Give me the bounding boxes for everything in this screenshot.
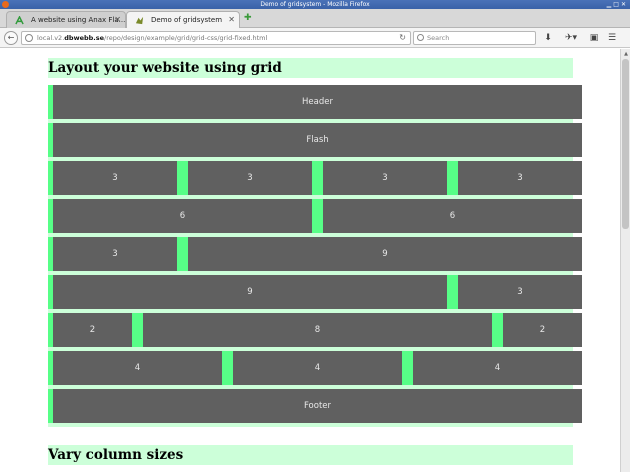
- grid-row: 282: [48, 313, 582, 347]
- search-placeholder: Search: [427, 34, 450, 42]
- grid-cell-span-6: 6: [323, 199, 582, 233]
- url-path: /repo/design/example/grid/grid-css/grid-…: [104, 34, 268, 42]
- grid-row: Footer: [48, 389, 582, 423]
- window-titlebar: Demo of gridsystem - Mozilla Firefox ▁□✕: [0, 0, 630, 9]
- download-icon[interactable]: ⬇: [542, 32, 554, 44]
- url-prefix: local.v2.: [37, 34, 65, 42]
- grid-cell-span-6: 6: [53, 199, 312, 233]
- window-title: Demo of gridsystem - Mozilla Firefox: [260, 1, 370, 8]
- grid-cell-span-2: 2: [503, 313, 582, 347]
- reload-icon[interactable]: ↻: [399, 32, 406, 44]
- scroll-up-icon[interactable]: ▲: [622, 50, 630, 58]
- grid-cell-span-12: Flash: [53, 123, 582, 157]
- close-window-icon[interactable]: ✕: [621, 1, 628, 8]
- developer-tools-icon[interactable]: ▣: [588, 32, 600, 44]
- addons-menu-icon[interactable]: ✈▾: [560, 32, 582, 44]
- grid-cell-span-3: 3: [188, 161, 312, 195]
- tab-bar: A website using Anax Fla... ✕ Demo of gr…: [0, 9, 630, 28]
- dbwebb-favicon-icon: [135, 16, 144, 25]
- close-tab-icon[interactable]: ✕: [114, 12, 121, 28]
- grid-cell-span-9: 9: [188, 237, 582, 271]
- grid-cell-span-4: 4: [53, 351, 222, 385]
- close-tab-icon[interactable]: ✕: [228, 12, 235, 28]
- grid-cell-span-8: 8: [143, 313, 492, 347]
- grid-cell-span-4: 4: [413, 351, 582, 385]
- scroll-thumb[interactable]: [622, 59, 629, 229]
- grid-cell-span-12: Header: [53, 85, 582, 119]
- grid-cell-span-12: Footer: [53, 389, 582, 423]
- grid-cell-span-2: 2: [53, 313, 132, 347]
- grid-row: Header: [48, 85, 582, 119]
- grid-row: Flash: [48, 123, 582, 157]
- back-button[interactable]: ←: [4, 31, 18, 45]
- grid-cell-span-3: 3: [53, 237, 177, 271]
- search-icon: [417, 34, 424, 41]
- page-heading: Layout your website using grid: [48, 58, 573, 78]
- maximize-icon[interactable]: □: [613, 1, 621, 8]
- grid-row: 3333: [48, 161, 582, 195]
- grid-row: 444: [48, 351, 582, 385]
- hamburger-menu-icon[interactable]: ☰: [606, 32, 618, 44]
- url-domain: dbwebb.se: [64, 34, 105, 42]
- grid-layout: Header Flash 3 3 3 3 6 6 3 9 9 3 2 8 2 4 4 4 Footer: [48, 85, 582, 427]
- navigation-toolbar: ← local.v2.dbwebb.se/repo/design/example…: [0, 28, 630, 48]
- section-heading: Vary column sizes: [48, 445, 573, 465]
- grid-cell-span-3: 3: [53, 161, 177, 195]
- grid-cell-span-9: 9: [53, 275, 447, 309]
- globe-icon: [25, 34, 33, 42]
- tab-label: Demo of gridsystem: [151, 16, 223, 24]
- tab-demo-gridsystem[interactable]: Demo of gridsystem ✕: [126, 11, 240, 28]
- firefox-icon: [2, 1, 9, 8]
- grid-row: 66: [48, 199, 582, 233]
- tab-label: A website using Anax Fla...: [31, 16, 126, 24]
- window-controls: ▁□✕: [607, 0, 628, 9]
- grid-row: 93: [48, 275, 582, 309]
- arrow-left-icon: ←: [7, 33, 15, 42]
- vertical-scrollbar[interactable]: ▲: [620, 49, 630, 472]
- grid-cell-span-3: 3: [458, 161, 582, 195]
- grid-cell-span-3: 3: [323, 161, 447, 195]
- url-bar[interactable]: local.v2.dbwebb.se/repo/design/example/g…: [21, 31, 411, 45]
- new-tab-icon[interactable]: ✚: [244, 13, 254, 23]
- grid-cell-span-4: 4: [233, 351, 402, 385]
- search-input[interactable]: Search: [413, 31, 536, 45]
- page-content: Layout your website using grid Header Fla…: [0, 49, 620, 472]
- grid-cell-span-3: 3: [458, 275, 582, 309]
- grid-row: 39: [48, 237, 582, 271]
- tab-anax[interactable]: A website using Anax Fla... ✕: [6, 11, 126, 28]
- anax-favicon-icon: [15, 16, 24, 25]
